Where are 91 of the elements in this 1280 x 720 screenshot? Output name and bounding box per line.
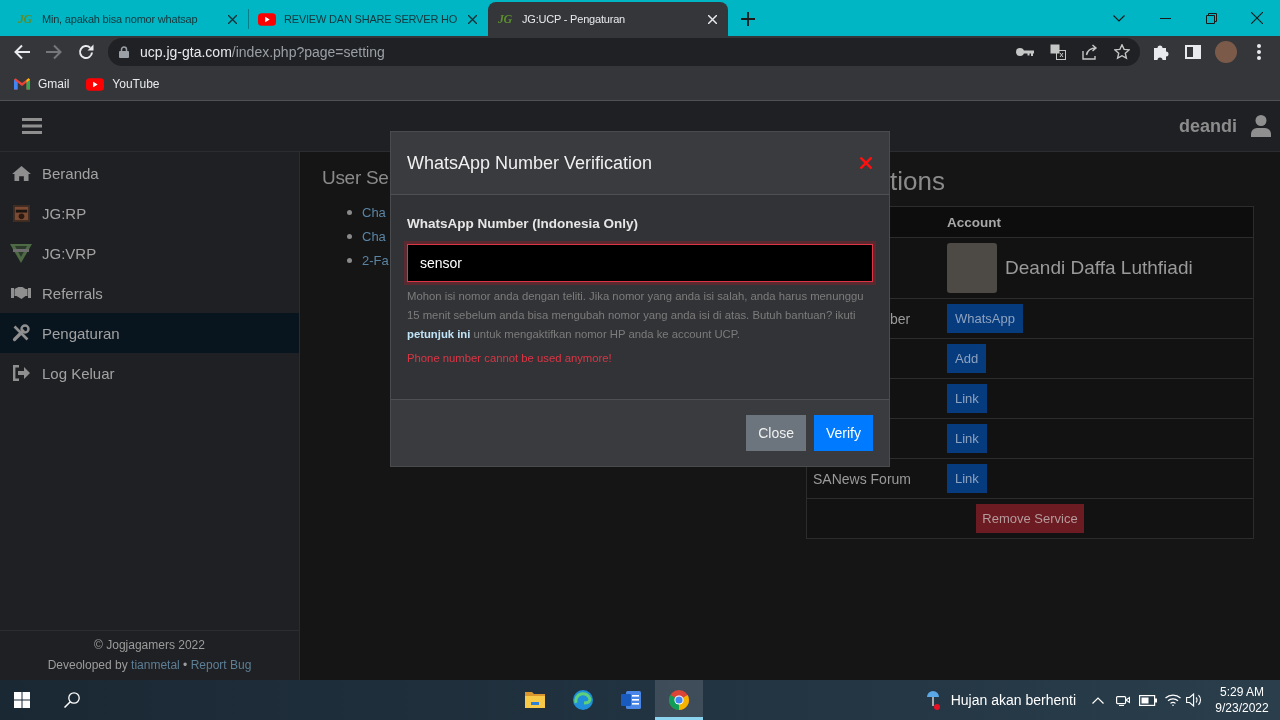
home-icon xyxy=(11,165,31,181)
restore-icon[interactable] xyxy=(1205,12,1217,24)
reload-icon[interactable] xyxy=(78,44,94,60)
error-message: Phone number cannot be used anymore! xyxy=(407,351,613,366)
url-text: ucp.jg-gta.com/index.php?page=setting xyxy=(140,44,385,60)
service-label: SANews Forum xyxy=(813,470,912,487)
side-panel-icon[interactable] xyxy=(1185,45,1201,59)
aperture-icon xyxy=(669,690,689,710)
service-button[interactable]: Link xyxy=(947,424,987,453)
bullet-icon xyxy=(347,209,352,215)
document-icon xyxy=(621,691,641,709)
browser-tab[interactable]: JG Min, apakah bisa nomor whatsap xyxy=(8,2,248,36)
bookmark-link[interactable]: YouTube xyxy=(86,77,160,91)
game-thumbnail-icon xyxy=(12,204,30,222)
chevron-down-icon[interactable] xyxy=(1113,14,1125,22)
copyright-text: © Jogjagamers 2022 xyxy=(94,637,205,654)
address-bar[interactable]: ucp.jg-gta.com/index.php?page=setting xyxy=(108,38,1140,66)
verify-button[interactable]: Verify xyxy=(814,415,873,451)
sidebar-item[interactable]: JG:VRP xyxy=(0,233,299,273)
speaker-icon[interactable] xyxy=(1186,693,1202,707)
settings-link[interactable]: Cha xyxy=(362,204,386,220)
battery-icon[interactable] xyxy=(1139,694,1157,706)
help-text: Mohon isi nomor anda dengan teliti. Jika nomor yang anda isi salah, anda harus menunggu 15 menit sebelum anda bisa mengubah nomor yang anda isi di atas. Butuh bantuan? ikuti petunjuk ini untuk mengaktifkan nomor HP anda ke account UCP. xyxy=(407,289,865,342)
windows-logo-icon[interactable] xyxy=(14,692,30,708)
search-icon[interactable] xyxy=(64,692,80,708)
author-link[interactable]: tianmetal xyxy=(131,658,180,672)
guide-link[interactable]: petunjuk ini xyxy=(407,328,471,340)
developer-credit: Deveoloped by tianmetal • Report Bug xyxy=(47,657,252,674)
remove-service-button[interactable]: Remove Service xyxy=(976,504,1084,533)
service-button[interactable]: Link xyxy=(947,464,987,493)
site-logo: JG xyxy=(18,12,33,26)
section-heading: tions xyxy=(890,166,945,196)
close-icon[interactable] xyxy=(228,14,237,24)
section-heading: User Se xyxy=(322,167,389,188)
clock-time[interactable]: 5:29 AM xyxy=(1220,684,1264,700)
chevron-up-icon[interactable] xyxy=(1092,696,1104,704)
play-logo-icon xyxy=(86,77,105,91)
account-name: Deandi Daffa Luthfiadi xyxy=(1005,257,1193,279)
share-icon[interactable] xyxy=(1082,44,1098,60)
swirl-icon xyxy=(573,690,593,710)
service-button[interactable]: Add xyxy=(947,344,987,373)
service-button[interactable]: WhatsApp xyxy=(947,304,1023,333)
close-button[interactable]: Close xyxy=(746,415,806,451)
browser-tab[interactable]: JG JG:UCP - Pengaturan xyxy=(488,2,728,36)
sidebar-item[interactable]: JG:RP xyxy=(0,193,299,233)
close-icon[interactable] xyxy=(468,14,477,24)
weather-text[interactable]: Hujan akan berhenti xyxy=(950,692,1076,708)
minimize-icon[interactable] xyxy=(1159,17,1171,19)
tools-icon xyxy=(12,324,30,342)
bullet-icon xyxy=(347,257,352,263)
wifi-icon[interactable] xyxy=(1165,694,1181,706)
service-label: ber xyxy=(890,310,911,327)
star-icon[interactable] xyxy=(1114,44,1130,60)
dialog-title: WhatsApp Number Verification xyxy=(407,152,653,174)
sidebar-item[interactable]: Pengaturan xyxy=(0,313,299,353)
close-icon[interactable] xyxy=(1251,12,1263,24)
settings-link[interactable]: Cha xyxy=(362,228,386,244)
site-logo: JG xyxy=(498,12,513,26)
mail-icon xyxy=(14,78,30,90)
report-bug-link[interactable]: Report Bug xyxy=(190,658,252,672)
clock-date[interactable]: 9/23/2022 xyxy=(1215,700,1269,716)
sidebar-item[interactable]: Log Keluar xyxy=(0,353,299,393)
service-button[interactable]: Link xyxy=(947,384,987,413)
v-emblem-icon xyxy=(10,243,32,263)
phone-input[interactable]: sensor xyxy=(404,241,876,285)
arrow-left-icon[interactable] xyxy=(14,44,30,60)
field-label: WhatsApp Number (Indonesia Only) xyxy=(407,215,639,233)
profile-photo xyxy=(947,243,997,293)
bookmark-link[interactable]: Gmail xyxy=(14,77,70,91)
settings-link[interactable]: 2-Fa xyxy=(362,252,389,268)
folder-icon xyxy=(525,692,545,708)
menu-icon[interactable] xyxy=(22,118,42,134)
more-icon[interactable] xyxy=(1257,44,1261,60)
sidebar-item[interactable]: Beranda xyxy=(0,153,299,193)
browser-tab[interactable]: REVIEW DAN SHARE SERVER HO xyxy=(248,2,488,36)
puzzle-icon[interactable] xyxy=(1153,44,1169,60)
handshake-icon xyxy=(11,286,31,300)
lock-icon[interactable] xyxy=(119,46,129,58)
column-header: Account xyxy=(947,214,1001,230)
logout-icon xyxy=(12,365,30,381)
user-menu-button[interactable]: deandi xyxy=(1179,115,1271,137)
umbrella-icon[interactable] xyxy=(926,690,940,710)
taskbar-button[interactable] xyxy=(655,680,703,720)
sidebar-item[interactable]: Referrals xyxy=(0,273,299,313)
translate-icon[interactable] xyxy=(1050,44,1066,60)
bullet-icon xyxy=(347,233,352,239)
user-icon xyxy=(1251,115,1271,137)
camera-icon[interactable] xyxy=(1116,693,1130,707)
plus-icon[interactable] xyxy=(741,12,755,26)
play-logo-icon xyxy=(258,12,276,26)
key-icon[interactable] xyxy=(1016,47,1034,57)
